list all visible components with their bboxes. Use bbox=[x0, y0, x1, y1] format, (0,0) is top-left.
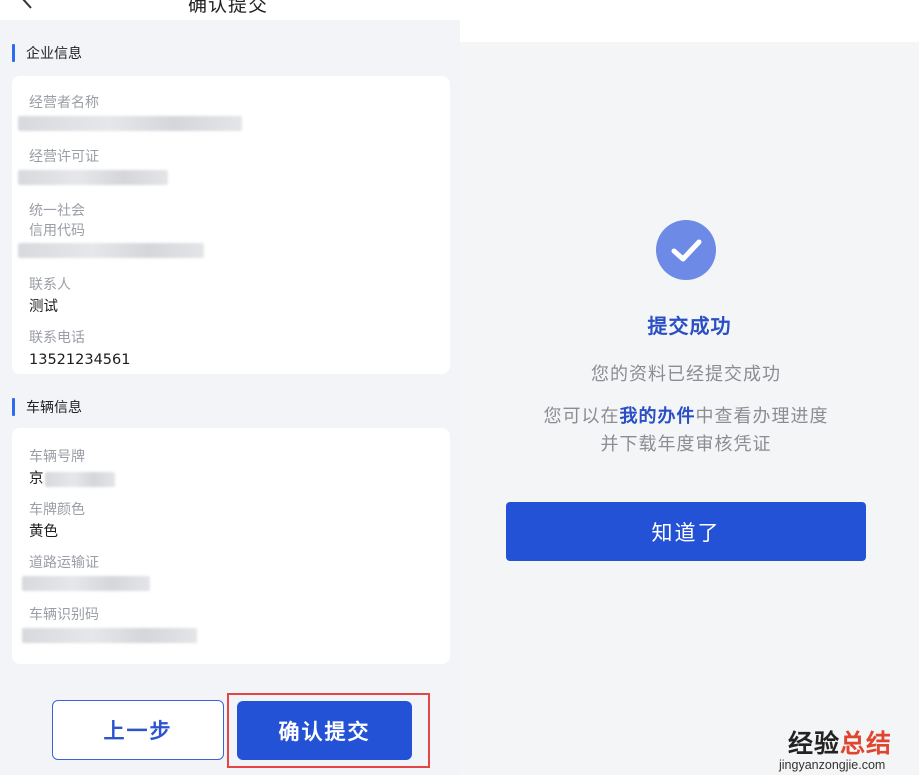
submit-success-screen: 提交成功 您的资料已经提交成功 您可以在我的办件中查看办理进度 并下载年度审核凭… bbox=[460, 42, 919, 775]
section-title: 车辆信息 bbox=[26, 400, 82, 416]
highlight-box bbox=[227, 693, 430, 768]
page-title: 确认提交 bbox=[188, 0, 269, 16]
enterprise-info-card: 经营者名称 经营许可证 统一社会 信用代码 联系人 测试 联系电话 135212… bbox=[12, 76, 450, 374]
confirm-submit-screen: 确认提交 企业信息 经营者名称 经营许可证 统一社会 信用代码 联系人 测试 联… bbox=[0, 0, 460, 775]
section-accent-bar bbox=[12, 398, 15, 416]
field-vin: 车辆识别码 bbox=[29, 604, 99, 626]
field-label: 车辆号牌 bbox=[29, 449, 85, 465]
success-message: 您的资料已经提交成功 bbox=[591, 364, 781, 385]
field-label: 道路运输证 bbox=[29, 555, 99, 571]
field-label: 经营许可证 bbox=[29, 149, 99, 165]
success-title: 提交成功 bbox=[647, 314, 732, 338]
field-value: 13521234561 bbox=[29, 352, 131, 368]
got-it-button[interactable]: 知道了 bbox=[506, 502, 866, 561]
redacted-value bbox=[18, 243, 204, 258]
field-label: 车辆识别码 bbox=[29, 607, 99, 623]
field-contact: 联系人 测试 bbox=[29, 274, 71, 318]
watermark-domain: jingyanzongjie.com bbox=[779, 758, 886, 772]
redacted-value bbox=[22, 576, 150, 591]
check-circle-icon bbox=[656, 220, 716, 280]
chevron-left-icon[interactable] bbox=[18, 0, 36, 10]
redacted-value bbox=[18, 116, 242, 131]
field-value: 测试 bbox=[29, 299, 58, 315]
field-label-line1: 统一社会 bbox=[29, 203, 85, 219]
vehicle-info-card: 车辆号牌 京 车牌颜色 黄色 道路运输证 车辆识别码 bbox=[12, 428, 450, 664]
watermark-logo: 经验总结 bbox=[788, 724, 892, 760]
section-accent-bar bbox=[12, 44, 15, 62]
field-label: 车牌颜色 bbox=[29, 502, 85, 518]
redacted-value bbox=[18, 170, 168, 185]
field-label: 联系人 bbox=[29, 277, 71, 293]
previous-step-button[interactable]: 上一步 bbox=[52, 700, 224, 760]
field-operator-name: 经营者名称 bbox=[29, 92, 99, 114]
field-transport-permit: 道路运输证 bbox=[29, 552, 99, 574]
hint-prefix: 您可以在 bbox=[543, 406, 620, 427]
my-cases-link[interactable]: 我的办件 bbox=[620, 406, 696, 427]
watermark-part2: 总结 bbox=[840, 729, 893, 758]
hint-suffix: 中查看办理进度 bbox=[695, 406, 829, 427]
top-bar: 确认提交 bbox=[0, 0, 460, 20]
hint-line-1: 您可以在我的办件中查看办理进度 bbox=[460, 402, 912, 428]
field-label-line2: 信用代码 bbox=[29, 223, 85, 239]
checkmark-icon bbox=[671, 239, 702, 262]
field-plate-color: 车牌颜色 黄色 bbox=[29, 499, 85, 543]
redacted-value bbox=[45, 472, 115, 487]
field-value: 黄色 bbox=[29, 524, 58, 540]
field-business-license: 经营许可证 bbox=[29, 146, 99, 168]
field-label: 联系电话 bbox=[29, 330, 85, 346]
field-label: 经营者名称 bbox=[29, 95, 99, 111]
watermark-part1: 经验 bbox=[788, 729, 841, 758]
redacted-value bbox=[22, 628, 197, 643]
section-title: 企业信息 bbox=[26, 46, 82, 62]
hint-line-2: 并下载年度审核凭证 bbox=[600, 434, 772, 455]
field-credit-code: 统一社会 信用代码 bbox=[29, 200, 85, 242]
field-contact-phone: 联系电话 13521234561 bbox=[29, 327, 130, 371]
